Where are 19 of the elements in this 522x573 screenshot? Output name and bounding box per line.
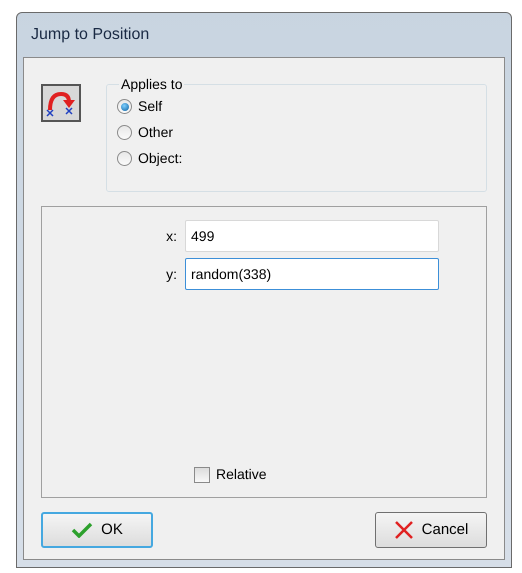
value-field[interactable]: random(338) xyxy=(185,258,439,290)
check-icon xyxy=(71,522,94,538)
radio-button[interactable] xyxy=(117,151,132,166)
cancel-button[interactable]: Cancel xyxy=(375,512,487,548)
window-title: Jump to Position xyxy=(31,25,150,45)
radio-label: Object: xyxy=(138,149,182,168)
jump-action-icon xyxy=(41,84,81,122)
radio-button[interactable] xyxy=(117,99,132,114)
radio-label: Self xyxy=(138,97,162,116)
field-label: x: xyxy=(165,226,178,246)
checkbox-label: Relative xyxy=(216,465,267,484)
field-label: y: xyxy=(165,264,178,284)
value-field[interactable]: 499 xyxy=(185,220,439,252)
close-icon xyxy=(394,520,414,540)
checkbox[interactable] xyxy=(194,466,210,482)
group-label: Applies to xyxy=(120,75,184,94)
radio-label: Other xyxy=(138,123,174,142)
ok-button[interactable]: OK xyxy=(41,512,153,548)
radio-button[interactable] xyxy=(117,125,132,140)
